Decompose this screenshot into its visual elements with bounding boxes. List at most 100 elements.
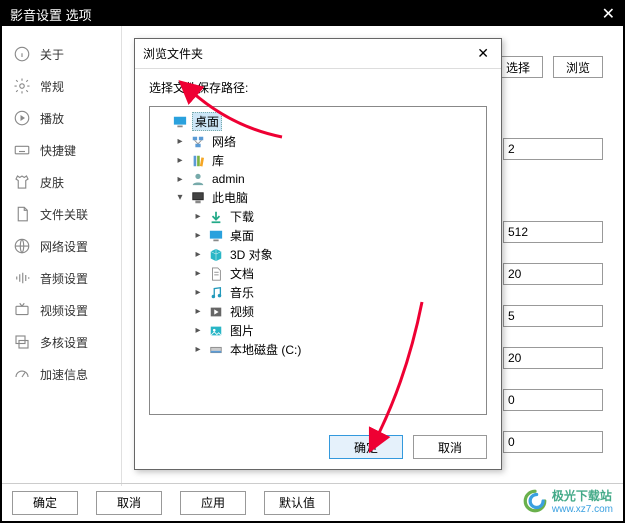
sidebar-item-file-assoc[interactable]: 文件关联 bbox=[2, 198, 121, 230]
desktop-icon bbox=[208, 228, 224, 244]
tree-label: admin bbox=[210, 172, 247, 186]
tree-item-3d-objects[interactable]: ▸ 3D 对象 bbox=[192, 245, 484, 264]
chevron-right-icon[interactable]: ▸ bbox=[192, 287, 204, 299]
sidebar-item-video[interactable]: 视频设置 bbox=[2, 294, 121, 326]
cube-icon bbox=[208, 247, 224, 263]
tree-label: 文档 bbox=[228, 265, 256, 282]
pictures-icon bbox=[208, 323, 224, 339]
tree-item-local-disk[interactable]: ▸ 本地磁盘 (C:) bbox=[192, 340, 484, 359]
tree-label: 桌面 bbox=[192, 112, 222, 131]
cancel-button[interactable]: 取消 bbox=[96, 491, 162, 515]
watermark-name: 极光下载站 bbox=[552, 487, 613, 504]
speed-icon bbox=[12, 364, 32, 384]
chevron-right-icon[interactable]: ▸ bbox=[192, 268, 204, 280]
sidebar-item-audio[interactable]: 音频设置 bbox=[2, 262, 121, 294]
layers-icon bbox=[12, 332, 32, 352]
tree-item-desktop2[interactable]: ▸ 桌面 bbox=[192, 226, 484, 245]
dialog-cancel-button[interactable]: 取消 bbox=[413, 435, 487, 459]
tree-item-music[interactable]: ▸ 音乐 bbox=[192, 283, 484, 302]
sidebar: 关于 常规 播放 快捷键 皮肤 文件关联 bbox=[2, 26, 122, 486]
sidebar-item-general[interactable]: 常规 bbox=[2, 70, 121, 102]
sidebar-item-playback[interactable]: 播放 bbox=[2, 102, 121, 134]
gear-icon bbox=[12, 76, 32, 96]
browse-button[interactable]: 浏览 bbox=[553, 56, 603, 78]
close-icon[interactable]: ✕ bbox=[602, 4, 615, 24]
chevron-right-icon[interactable]: ▸ bbox=[192, 344, 204, 356]
tree-label: 网络 bbox=[210, 133, 238, 150]
sidebar-label: 音频设置 bbox=[40, 270, 88, 287]
field-5[interactable] bbox=[503, 347, 603, 369]
chevron-right-icon[interactable]: ▸ bbox=[192, 211, 204, 223]
tree-item-videos[interactable]: ▸ 视频 bbox=[192, 302, 484, 321]
sidebar-label: 视频设置 bbox=[40, 302, 88, 319]
tshirt-icon bbox=[12, 172, 32, 192]
tree-label: 下载 bbox=[228, 208, 256, 225]
network-icon bbox=[190, 134, 206, 150]
defaults-button[interactable]: 默认值 bbox=[264, 491, 330, 515]
tree-label: 3D 对象 bbox=[228, 246, 275, 263]
watermark: 极光下载站 www.xz7.com bbox=[522, 487, 613, 515]
desktop-icon bbox=[172, 114, 188, 130]
dialog-close-icon[interactable]: ✕ bbox=[473, 45, 493, 62]
tree-item-admin[interactable]: ▸ admin bbox=[174, 170, 484, 188]
sidebar-label: 播放 bbox=[40, 110, 64, 127]
user-icon bbox=[190, 171, 206, 187]
sidebar-label: 常规 bbox=[40, 78, 64, 95]
chevron-right-icon[interactable]: ▸ bbox=[192, 325, 204, 337]
sidebar-label: 皮肤 bbox=[40, 174, 64, 191]
sidebar-label: 快捷键 bbox=[40, 142, 76, 159]
tree-label: 音乐 bbox=[228, 284, 256, 301]
sidebar-item-multicore[interactable]: 多核设置 bbox=[2, 326, 121, 358]
bottom-bar: 确定 取消 应用 默认值 极光下载站 www.xz7.com bbox=[2, 483, 623, 521]
chevron-down-icon[interactable]: ▾ bbox=[174, 192, 186, 204]
keyboard-icon bbox=[12, 140, 32, 160]
video-icon bbox=[208, 304, 224, 320]
tree-item-network[interactable]: ▸ 网络 bbox=[174, 132, 484, 151]
tv-icon bbox=[12, 300, 32, 320]
tree-item-this-pc[interactable]: ▾ 此电脑 bbox=[174, 188, 484, 207]
chevron-right-icon[interactable]: ▸ bbox=[192, 249, 204, 261]
browse-folder-dialog: 浏览文件夹 ✕ 选择文件保存路径: 桌面 bbox=[134, 38, 502, 470]
tree-label: 库 bbox=[210, 152, 226, 169]
sidebar-label: 文件关联 bbox=[40, 206, 88, 223]
tree-item-documents[interactable]: ▸ 文档 bbox=[192, 264, 484, 283]
sidebar-item-skin[interactable]: 皮肤 bbox=[2, 166, 121, 198]
window-title: 影音设置 选项 bbox=[10, 5, 92, 24]
watermark-url: www.xz7.com bbox=[552, 504, 613, 515]
field-4[interactable] bbox=[503, 305, 603, 327]
chevron-right-icon[interactable]: ▸ bbox=[192, 230, 204, 242]
tree-item-libraries[interactable]: ▸ 库 bbox=[174, 151, 484, 170]
tree-item-desktop[interactable]: 桌面 bbox=[156, 111, 484, 132]
ok-button[interactable]: 确定 bbox=[12, 491, 78, 515]
dialog-ok-button[interactable]: 确定 bbox=[329, 435, 403, 459]
document-icon bbox=[208, 266, 224, 282]
tree-item-downloads[interactable]: ▸ 下载 bbox=[192, 207, 484, 226]
dialog-titlebar: 浏览文件夹 ✕ bbox=[135, 39, 501, 68]
field-3[interactable] bbox=[503, 263, 603, 285]
chevron-right-icon[interactable]: ▸ bbox=[174, 155, 186, 167]
folder-tree[interactable]: 桌面 ▸ 网络 ▸ bbox=[149, 106, 487, 415]
chevron-right-icon[interactable]: ▸ bbox=[174, 136, 186, 148]
download-icon bbox=[208, 209, 224, 225]
info-icon bbox=[12, 44, 32, 64]
tree-item-pictures[interactable]: ▸ 图片 bbox=[192, 321, 484, 340]
chevron-right-icon[interactable]: ▸ bbox=[192, 306, 204, 318]
play-icon bbox=[12, 108, 32, 128]
field-7[interactable] bbox=[503, 431, 603, 453]
sidebar-item-network[interactable]: 网络设置 bbox=[2, 230, 121, 262]
field-2[interactable] bbox=[503, 221, 603, 243]
sidebar-label: 多核设置 bbox=[40, 334, 88, 351]
globe-icon bbox=[12, 236, 32, 256]
field-6[interactable] bbox=[503, 389, 603, 411]
sidebar-item-hotkeys[interactable]: 快捷键 bbox=[2, 134, 121, 166]
sidebar-label: 加速信息 bbox=[40, 366, 88, 383]
chevron-right-icon[interactable]: ▸ bbox=[174, 173, 186, 185]
sidebar-item-about[interactable]: 关于 bbox=[2, 38, 121, 70]
libraries-icon bbox=[190, 153, 206, 169]
field-1[interactable] bbox=[503, 138, 603, 160]
sidebar-label: 网络设置 bbox=[40, 238, 88, 255]
sidebar-item-accel[interactable]: 加速信息 bbox=[2, 358, 121, 390]
tree-label: 本地磁盘 (C:) bbox=[228, 341, 303, 358]
titlebar: 影音设置 选项 ✕ bbox=[2, 2, 623, 26]
apply-button[interactable]: 应用 bbox=[180, 491, 246, 515]
